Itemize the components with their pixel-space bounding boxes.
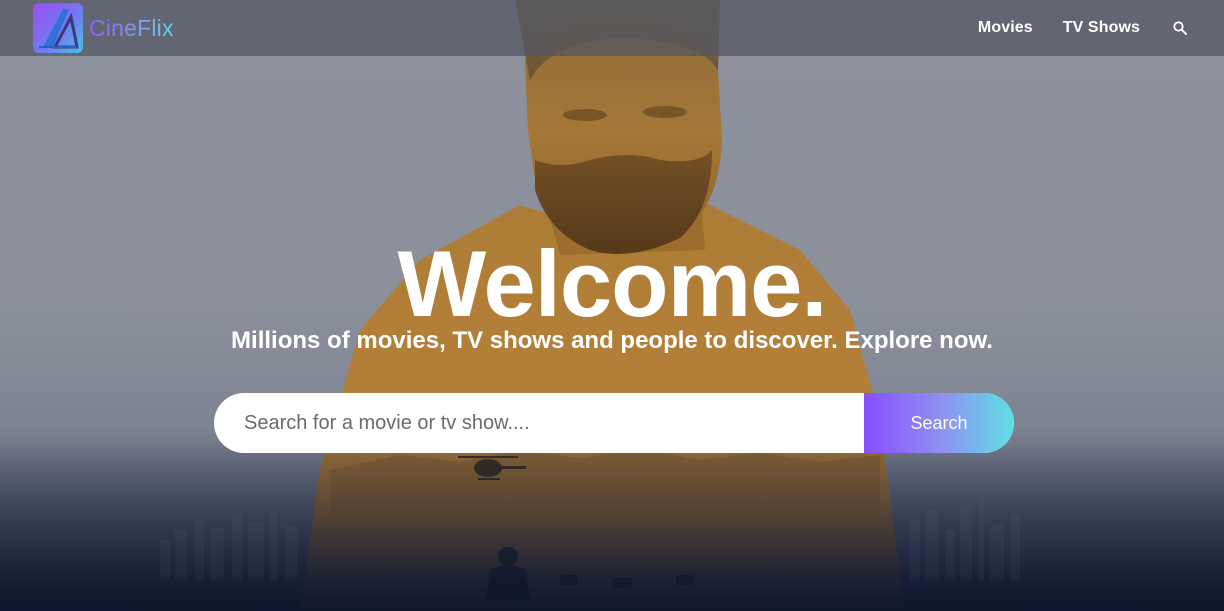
nav-link-tv-shows[interactable]: TV Shows: [1063, 19, 1140, 37]
search-icon[interactable]: [1172, 20, 1188, 36]
hero-search-input[interactable]: [214, 393, 864, 453]
hero-content: Welcome. Millions of movies, TV shows an…: [0, 0, 1224, 611]
cineflix-logo-icon: [33, 3, 83, 53]
nav-link-movies[interactable]: Movies: [978, 19, 1033, 37]
main-nav: Movies TV Shows: [978, 19, 1188, 37]
logo[interactable]: CineFlix: [33, 3, 174, 53]
hero-search-form: Search: [214, 393, 1014, 453]
hero-title: Welcome.: [397, 231, 827, 336]
hero-search-button[interactable]: Search: [864, 393, 1014, 453]
site-header: CineFlix Movies TV Shows: [0, 0, 1224, 56]
logo-text: CineFlix: [89, 14, 174, 41]
hero-subtitle: Millions of movies, TV shows and people …: [231, 327, 993, 354]
